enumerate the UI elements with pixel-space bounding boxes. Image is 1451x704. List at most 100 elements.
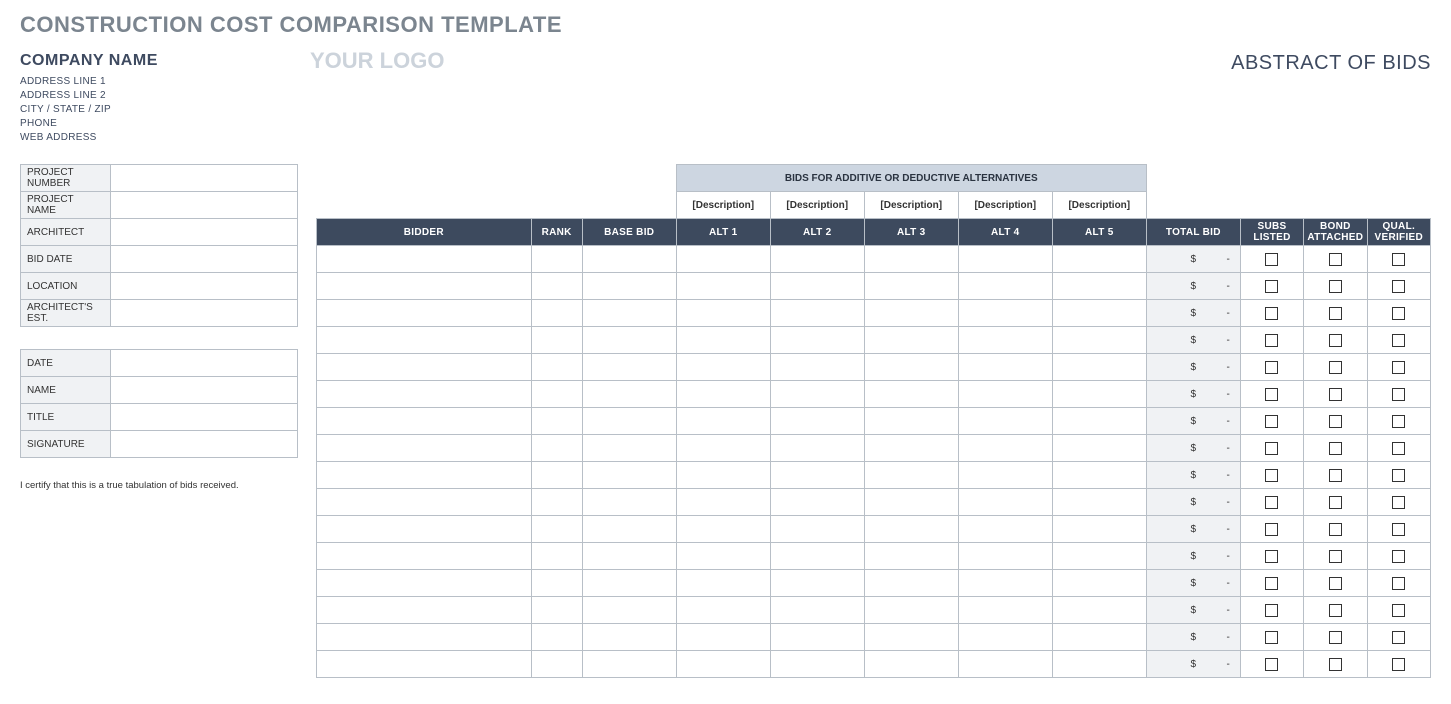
checkbox-icon[interactable] [1392, 658, 1405, 671]
bidder-cell[interactable] [317, 597, 532, 624]
alt-cell[interactable] [864, 408, 958, 435]
alt-cell[interactable] [770, 273, 864, 300]
bond-attached-cell[interactable] [1304, 462, 1367, 489]
checkbox-icon[interactable] [1265, 496, 1278, 509]
alt-cell[interactable] [676, 354, 770, 381]
alt-cell[interactable] [864, 597, 958, 624]
alt-cell[interactable] [676, 273, 770, 300]
qual-verified-cell[interactable] [1367, 327, 1430, 354]
alt-cell[interactable] [958, 381, 1052, 408]
alt-cell[interactable] [958, 516, 1052, 543]
alt-cell[interactable] [676, 651, 770, 678]
qual-verified-cell[interactable] [1367, 354, 1430, 381]
checkbox-icon[interactable] [1265, 307, 1278, 320]
checkbox-icon[interactable] [1329, 415, 1342, 428]
checkbox-icon[interactable] [1329, 631, 1342, 644]
alt-cell[interactable] [958, 354, 1052, 381]
rank-cell[interactable] [531, 300, 582, 327]
base-bid-cell[interactable] [582, 381, 676, 408]
checkbox-icon[interactable] [1392, 280, 1405, 293]
alt-cell[interactable] [1052, 408, 1146, 435]
checkbox-icon[interactable] [1392, 631, 1405, 644]
checkbox-icon[interactable] [1392, 550, 1405, 563]
alt-cell[interactable] [770, 327, 864, 354]
subs-listed-cell[interactable] [1240, 273, 1303, 300]
alt-cell[interactable] [958, 435, 1052, 462]
bidder-cell[interactable] [317, 354, 532, 381]
bidder-cell[interactable] [317, 543, 532, 570]
checkbox-icon[interactable] [1265, 361, 1278, 374]
info-value[interactable] [111, 246, 298, 273]
bond-attached-cell[interactable] [1304, 300, 1367, 327]
qual-verified-cell[interactable] [1367, 489, 1430, 516]
alt-cell[interactable] [770, 570, 864, 597]
alt-cell[interactable] [676, 246, 770, 273]
subs-listed-cell[interactable] [1240, 300, 1303, 327]
checkbox-icon[interactable] [1329, 361, 1342, 374]
checkbox-icon[interactable] [1265, 577, 1278, 590]
alt-cell[interactable] [1052, 435, 1146, 462]
alt-cell[interactable] [676, 543, 770, 570]
checkbox-icon[interactable] [1265, 388, 1278, 401]
checkbox-icon[interactable] [1265, 334, 1278, 347]
alt-cell[interactable] [1052, 489, 1146, 516]
alt-cell[interactable] [770, 354, 864, 381]
alt-cell[interactable] [958, 489, 1052, 516]
alt-cell[interactable] [1052, 651, 1146, 678]
subs-listed-cell[interactable] [1240, 543, 1303, 570]
rank-cell[interactable] [531, 273, 582, 300]
info-value[interactable] [111, 273, 298, 300]
alt-description[interactable]: [Description] [1052, 192, 1146, 219]
base-bid-cell[interactable] [582, 624, 676, 651]
alt-cell[interactable] [864, 489, 958, 516]
alt-cell[interactable] [1052, 462, 1146, 489]
alt-cell[interactable] [1052, 381, 1146, 408]
alt-cell[interactable] [1052, 570, 1146, 597]
rank-cell[interactable] [531, 489, 582, 516]
alt-cell[interactable] [864, 516, 958, 543]
base-bid-cell[interactable] [582, 300, 676, 327]
bond-attached-cell[interactable] [1304, 597, 1367, 624]
bidder-cell[interactable] [317, 435, 532, 462]
checkbox-icon[interactable] [1329, 496, 1342, 509]
alt-description[interactable]: [Description] [864, 192, 958, 219]
base-bid-cell[interactable] [582, 597, 676, 624]
alt-cell[interactable] [1052, 597, 1146, 624]
alt-cell[interactable] [770, 489, 864, 516]
checkbox-icon[interactable] [1265, 280, 1278, 293]
alt-cell[interactable] [676, 624, 770, 651]
alt-cell[interactable] [676, 516, 770, 543]
alt-cell[interactable] [770, 408, 864, 435]
checkbox-icon[interactable] [1329, 334, 1342, 347]
info-value[interactable] [111, 165, 298, 192]
qual-verified-cell[interactable] [1367, 543, 1430, 570]
checkbox-icon[interactable] [1265, 631, 1278, 644]
alt-cell[interactable] [676, 381, 770, 408]
alt-cell[interactable] [958, 597, 1052, 624]
alt-cell[interactable] [676, 300, 770, 327]
alt-cell[interactable] [958, 570, 1052, 597]
checkbox-icon[interactable] [1392, 253, 1405, 266]
checkbox-icon[interactable] [1329, 550, 1342, 563]
rank-cell[interactable] [531, 381, 582, 408]
alt-cell[interactable] [770, 543, 864, 570]
checkbox-icon[interactable] [1265, 415, 1278, 428]
checkbox-icon[interactable] [1392, 496, 1405, 509]
checkbox-icon[interactable] [1329, 604, 1342, 617]
info-value[interactable] [111, 219, 298, 246]
checkbox-icon[interactable] [1265, 442, 1278, 455]
checkbox-icon[interactable] [1329, 280, 1342, 293]
base-bid-cell[interactable] [582, 516, 676, 543]
base-bid-cell[interactable] [582, 246, 676, 273]
rank-cell[interactable] [531, 516, 582, 543]
checkbox-icon[interactable] [1265, 604, 1278, 617]
bidder-cell[interactable] [317, 489, 532, 516]
base-bid-cell[interactable] [582, 462, 676, 489]
bond-attached-cell[interactable] [1304, 543, 1367, 570]
qual-verified-cell[interactable] [1367, 273, 1430, 300]
alt-cell[interactable] [770, 381, 864, 408]
alt-cell[interactable] [770, 246, 864, 273]
qual-verified-cell[interactable] [1367, 651, 1430, 678]
base-bid-cell[interactable] [582, 489, 676, 516]
subs-listed-cell[interactable] [1240, 516, 1303, 543]
